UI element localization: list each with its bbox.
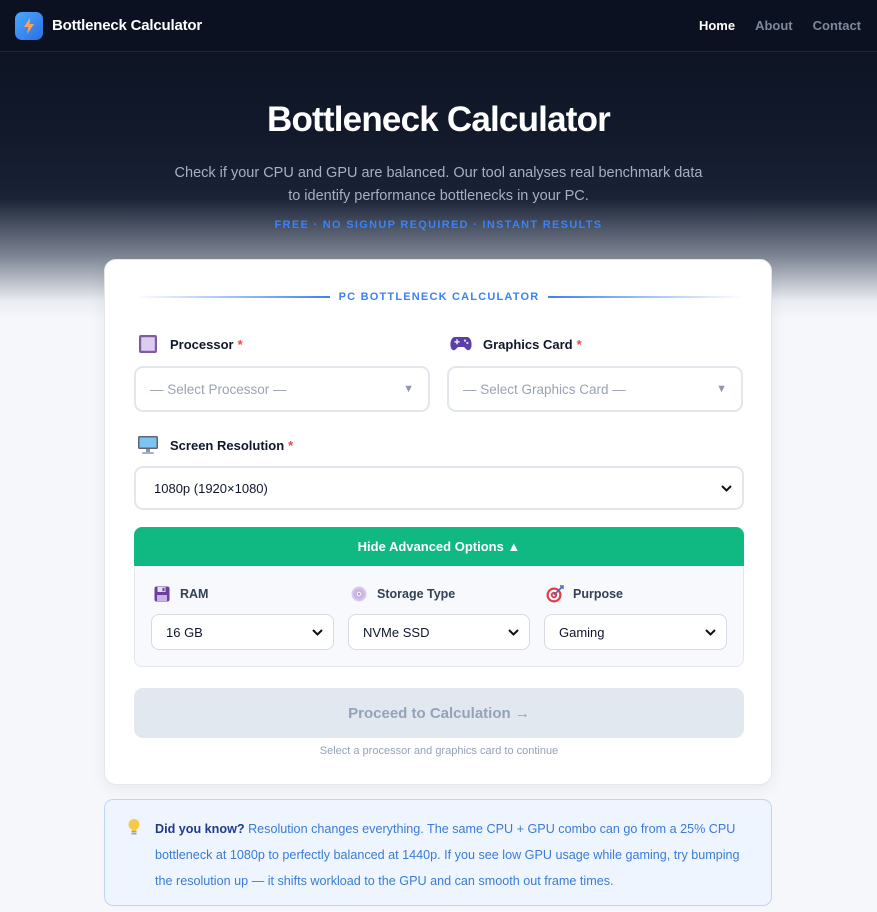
purpose-select[interactable]: Gaming	[544, 614, 727, 650]
processor-label-text: Processor	[170, 336, 234, 352]
tip-lead: Did you know?	[155, 822, 245, 836]
proceed-hint: Select a processor and graphics card to …	[319, 745, 559, 757]
hero-subtitle-line-1: Check if your CPU and GPU are balanced. …	[174, 165, 703, 181]
ram-label: RAM	[153, 585, 208, 603]
graphics-card-select[interactable]: — Select Graphics Card — ▼	[447, 366, 743, 412]
disc-icon	[350, 585, 368, 603]
monitor-icon	[137, 435, 159, 455]
tip-text: Did you know? Resolution changes everyth…	[155, 816, 755, 894]
ram-chevron-icon	[311, 626, 323, 638]
ram-value: 16 GB	[166, 624, 203, 640]
hero-subtitle-line-2: to identify performance bottlenecks in y…	[288, 188, 589, 204]
proceed-to-calculation-button[interactable]: Proceed to Calculation →	[134, 688, 744, 738]
storage-type-chevron-icon	[507, 626, 519, 638]
floppy-disk-icon	[153, 585, 171, 603]
screen-resolution-label: Screen Resolution *	[137, 435, 293, 455]
screen-resolution-select[interactable]: 1080p (1920×1080)	[134, 466, 744, 510]
purpose-chevron-icon	[704, 626, 716, 638]
target-icon	[546, 585, 564, 603]
tip-line-3: the resolution up — it shifts workload t…	[155, 874, 614, 888]
ram-label-text: RAM	[180, 587, 209, 601]
heading-divider-left	[135, 296, 330, 298]
storage-type-label-text: Storage Type	[377, 587, 456, 601]
screen-resolution-label-text: Screen Resolution	[170, 437, 285, 453]
heading-divider-right	[548, 296, 743, 298]
processor-icon	[137, 334, 159, 354]
processor-label: Processor *	[137, 334, 243, 354]
nav-link-about[interactable]: About	[755, 18, 793, 33]
calculator-heading-label: PC BOTTLENECK CALCULATOR	[338, 291, 540, 303]
top-nav: Bottleneck Calculator Home About Contact	[0, 0, 877, 52]
screen-resolution-required-mark: *	[288, 437, 294, 453]
processor-select[interactable]: — Select Processor — ▼	[134, 366, 430, 412]
logo-icon[interactable]	[15, 11, 43, 40]
purpose-label-text: Purpose	[573, 587, 624, 601]
calculator-heading: PC BOTTLENECK CALCULATOR	[135, 290, 743, 304]
tip-line-2: bottleneck at 1080p to perfectly balance…	[155, 848, 740, 862]
lightbulb-icon	[127, 818, 143, 838]
screen-resolution-value: 1080p (1920×1080)	[154, 480, 268, 496]
hero-subtitle: Check if your CPU and GPU are balanced. …	[160, 162, 717, 208]
screen-resolution-chevron-icon	[720, 482, 732, 494]
calculator-card: PC BOTTLENECK CALCULATOR Processor * — S…	[104, 259, 772, 785]
graphics-card-select-placeholder: — Select Graphics Card —	[463, 381, 626, 397]
processor-select-placeholder: — Select Processor —	[150, 381, 287, 397]
ram-select[interactable]: 16 GB	[151, 614, 334, 650]
gamepad-icon	[450, 334, 472, 354]
advanced-options-panel: RAM 16 GB Storage Type NVMe SSD Purpose …	[134, 566, 744, 667]
did-you-know-tip: Did you know? Resolution changes everyth…	[104, 799, 772, 906]
graphics-card-label-text: Graphics Card	[483, 336, 573, 352]
hero-tagline: FREE · NO SIGNUP REQUIRED · INSTANT RESU…	[274, 219, 603, 231]
graphics-card-caret-icon: ▼	[716, 383, 727, 395]
graphics-card-required-mark: *	[576, 336, 582, 352]
processor-caret-icon: ▼	[403, 383, 414, 395]
nav-link-contact[interactable]: Contact	[813, 18, 861, 33]
storage-type-value: NVMe SSD	[363, 624, 430, 640]
nav-links: Home About Contact	[699, 18, 861, 33]
graphics-card-label: Graphics Card *	[450, 334, 582, 354]
page-title: Bottleneck Calculator	[266, 100, 611, 139]
tip-line-1: Did you know? Resolution changes everyth…	[155, 816, 755, 842]
storage-type-select[interactable]: NVMe SSD	[348, 614, 530, 650]
nav-link-home[interactable]: Home	[699, 18, 735, 33]
processor-required-mark: *	[237, 336, 243, 352]
purpose-label: Purpose	[546, 585, 623, 603]
storage-type-label: Storage Type	[350, 585, 455, 603]
tip-line-1-text: Resolution changes everything. The same …	[248, 822, 736, 836]
brand-name[interactable]: Bottleneck Calculator	[52, 17, 202, 34]
hide-advanced-options-button[interactable]: Hide Advanced Options ▲	[134, 527, 744, 566]
purpose-value: Gaming	[559, 624, 605, 640]
